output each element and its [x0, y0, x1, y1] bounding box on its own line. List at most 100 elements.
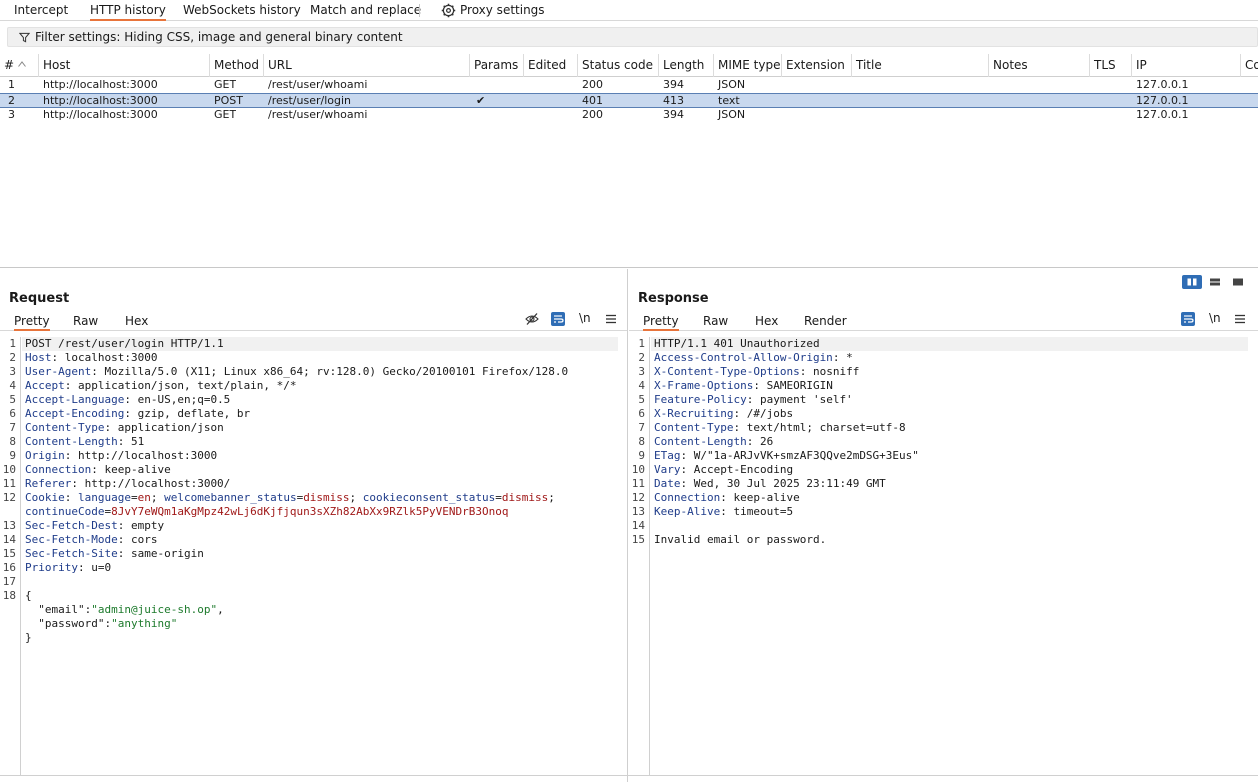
hamburger-menu-icon[interactable] [604, 312, 618, 326]
cookie-name: cookieconsent_status [362, 491, 496, 504]
header-name: Date [654, 477, 681, 490]
header-line: Sec-Fetch-Mode: cors [25, 533, 158, 546]
newline-toggle[interactable]: \n [1209, 311, 1221, 325]
cell-params [474, 78, 478, 93]
cell-url: /rest/user/whoami [268, 78, 368, 91]
wrap-lines-icon[interactable] [551, 312, 565, 326]
tab-raw[interactable]: Raw [703, 314, 728, 331]
cell-url: /rest/user/login [268, 94, 351, 107]
tab-http-history[interactable]: HTTP history [90, 3, 166, 21]
header-line: Content-Type: text/html; charset=utf-8 [654, 421, 906, 434]
tab-raw[interactable]: Raw [73, 314, 98, 331]
hamburger-menu-icon[interactable] [1233, 312, 1247, 326]
tab-separator [419, 4, 420, 17]
header-value: * [846, 351, 853, 364]
wrap-lines-icon[interactable] [1181, 312, 1195, 326]
line-number: 6 [9, 407, 16, 420]
header-value: application/json, text/plain, */* [78, 379, 297, 392]
header-name: Vary [654, 463, 681, 476]
header-value: Wed, 30 Jul 2025 23:11:49 GMT [693, 477, 886, 490]
newline-toggle[interactable]: \n [579, 311, 591, 325]
response-panel: Response Pretty Raw Hex Render \n 1 2 3 … [629, 269, 1258, 782]
cell-params [474, 108, 478, 123]
column-header-method[interactable]: Method [210, 54, 264, 77]
header-line: Accept-Encoding: gzip, deflate, br [25, 407, 251, 420]
request-line: POST /rest/user/login HTTP/1.1 [25, 337, 224, 350]
column-header-tls[interactable]: TLS [1090, 54, 1132, 77]
tab-hex[interactable]: Hex [125, 314, 148, 331]
header-name: Connection [654, 491, 721, 504]
column-header-host[interactable]: Host [39, 54, 210, 77]
tab-pretty[interactable]: Pretty [14, 314, 50, 331]
tab-render[interactable]: Render [804, 314, 847, 331]
eye-slash-icon[interactable] [525, 312, 539, 326]
header-line: User-Agent: Mozilla/5.0 (X11; Linux x86_… [25, 365, 569, 378]
tab-hex[interactable]: Hex [755, 314, 778, 331]
request-title: Request [9, 291, 70, 306]
request-editor[interactable]: 1 2 3 4 5 6 7 8 9 10 11 12 13 14 15 16 1… [0, 337, 627, 775]
column-header-edited[interactable]: Edited [524, 54, 578, 77]
header-name: Content-Type [25, 421, 105, 434]
column-header-title[interactable]: Title [852, 54, 989, 77]
column-header-number[interactable]: # [0, 54, 39, 77]
line-number: 1 [9, 337, 16, 350]
column-header-mime-type[interactable]: MIME type [714, 54, 782, 77]
cell-length: 413 [663, 94, 684, 107]
table-row[interactable]: 1 http://localhost:3000 GET /rest/user/w… [0, 78, 1258, 93]
header-value: payment 'self' [759, 393, 853, 406]
tab-websockets-history[interactable]: WebSockets history [183, 3, 301, 21]
response-editor[interactable]: 1 2 3 4 5 6 7 8 9 10 11 12 13 14 15 HTTP… [629, 337, 1258, 775]
table-header: # Host Method URL Params Edited Status c… [0, 54, 1258, 77]
column-header-status-code[interactable]: Status code [578, 54, 659, 77]
column-header-cookies[interactable]: Co [1241, 54, 1258, 77]
filter-settings-bar[interactable]: Filter settings: Hiding CSS, image and g… [7, 27, 1258, 47]
line-number: 7 [638, 421, 645, 434]
tab-pretty[interactable]: Pretty [643, 314, 679, 331]
cell-status: 200 [582, 108, 603, 121]
json-key: "email" [38, 603, 85, 616]
column-header-extension[interactable]: Extension [782, 54, 852, 77]
line-number: 7 [9, 421, 16, 434]
tab-proxy-settings[interactable]: Proxy settings [460, 3, 545, 21]
header-line: Content-Length: 51 [25, 435, 145, 448]
tab-intercept[interactable]: Intercept [14, 3, 68, 21]
column-label: # [4, 58, 15, 72]
header-line: Priority: u=0 [25, 561, 112, 574]
header-value: Accept-Encoding [693, 463, 794, 476]
cookie-line: Cookie: language=en; welcomebanner_statu… [25, 491, 555, 504]
cell-length: 394 [663, 78, 684, 91]
header-name: Sec-Fetch-Dest [25, 519, 118, 532]
column-header-ip[interactable]: IP [1132, 54, 1241, 77]
header-line: Referer: http://localhost:3000/ [25, 477, 231, 490]
cell-host: http://localhost:3000 [43, 108, 158, 121]
column-header-params[interactable]: Params [470, 54, 524, 77]
column-header-notes[interactable]: Notes [989, 54, 1090, 77]
cell-host: http://localhost:3000 [43, 78, 158, 91]
column-header-url[interactable]: URL [264, 54, 470, 77]
cookie-value: dismiss [501, 491, 549, 504]
column-header-length[interactable]: Length [659, 54, 714, 77]
header-value: en-US,en;q=0.5 [137, 393, 231, 406]
json-string: "admin@juice-sh.op" [91, 603, 218, 616]
gear-icon[interactable] [441, 3, 456, 18]
line-number: 12 [631, 491, 645, 504]
header-line: ETag: W/"1a-ARJvVK+smzAF3QQve2mDSG+3Eus" [654, 449, 919, 462]
header-name: User-Agent [25, 365, 92, 378]
line-number: 17 [2, 575, 16, 588]
cell-mime: text [718, 94, 740, 107]
cell-mime: JSON [718, 108, 746, 121]
response-body: Invalid email or password. [654, 533, 827, 546]
cell-ip: 127.0.0.1 [1136, 78, 1189, 91]
header-name: X-Recruiting [654, 407, 734, 420]
json-line: "email":"admin@juice-sh.op", [38, 603, 224, 616]
header-name: ETag [654, 449, 681, 462]
table-row[interactable]: 3 http://localhost:3000 GET /rest/user/w… [0, 108, 1258, 123]
header-value: cors [130, 533, 158, 546]
tab-match-and-replace[interactable]: Match and replace [310, 3, 421, 21]
header-line: Connection: keep-alive [25, 463, 171, 476]
json-line: "password":"anything" [38, 617, 178, 630]
header-name: Access-Control-Allow-Origin [654, 351, 833, 364]
cell-mime: JSON [718, 78, 746, 91]
table-row-selected[interactable]: 2 http://localhost:3000 POST /rest/user/… [0, 93, 1258, 108]
header-value: nosniff [812, 365, 860, 378]
